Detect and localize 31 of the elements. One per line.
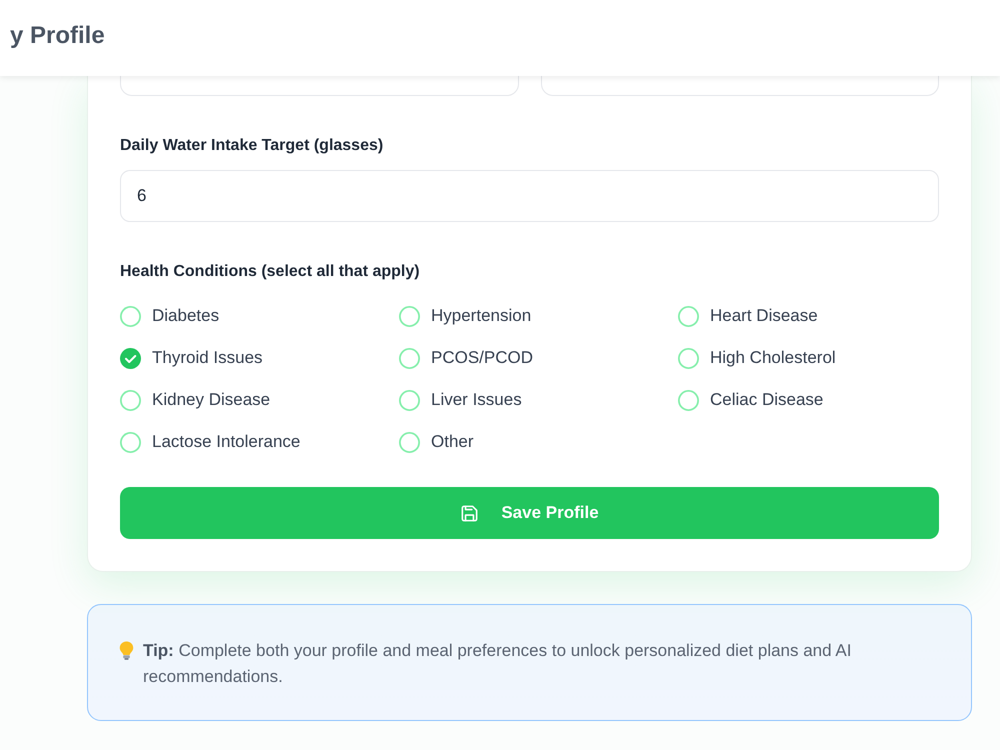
checkbox-label: Other — [431, 432, 474, 452]
checkbox[interactable] — [120, 306, 141, 326]
select-field[interactable] — [540, 76, 939, 96]
checkbox[interactable] — [678, 348, 699, 368]
checkbox-label: Liver Issues — [431, 390, 522, 410]
checkbox-label: Lactose Intolerance — [152, 432, 300, 452]
checkbox-label: Hypertension — [431, 306, 532, 326]
checkbox-label: Kidney Disease — [152, 390, 270, 410]
checkbox[interactable] — [120, 390, 141, 410]
water-intake-field[interactable]: 6 — [120, 170, 939, 222]
save-icon — [460, 504, 480, 522]
checkbox[interactable] — [399, 306, 420, 326]
section-label: Health Conditions (select all that apply) — [120, 262, 421, 282]
checkbox[interactable] — [120, 432, 141, 452]
select-field[interactable] — [120, 76, 518, 96]
tip-text: Tip: Complete both your profile and meal preferences to unlock personalized diet plans and AI recommendations. — [143, 640, 852, 688]
checkbox[interactable] — [399, 348, 420, 368]
checkbox-label: Heart Disease — [710, 306, 818, 326]
checkbox[interactable] — [678, 390, 699, 410]
checkbox-label: Celiac Disease — [710, 390, 824, 410]
checkbox-label: PCOS/PCOD — [431, 348, 534, 368]
checkbox-label: Diabetes — [152, 306, 220, 326]
checkbox-label: Thyroid Issues — [152, 348, 263, 368]
page-title: y Profile — [10, 22, 105, 50]
checkbox[interactable] — [399, 432, 420, 452]
checkbox[interactable] — [399, 390, 420, 410]
checkbox-label: High Cholesterol — [710, 348, 836, 368]
checkbox[interactable] — [120, 348, 141, 368]
field-label: Daily Water Intake Target (glasses) — [120, 136, 384, 156]
checkbox[interactable] — [678, 306, 699, 326]
lightbulb-icon — [119, 641, 134, 660]
